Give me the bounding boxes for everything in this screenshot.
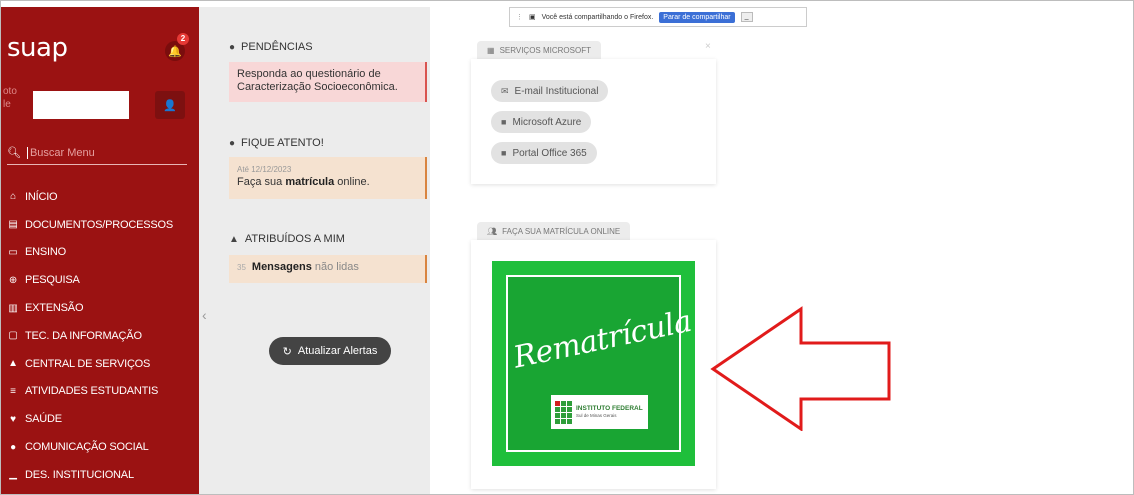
windows-icon: ■	[501, 148, 507, 158]
sidebar-item-label: CENTRAL DE SERVIÇOS	[25, 357, 151, 370]
sidebar: suap 🔔 2 oto le 👤 🔍︎ ⌂INÍCIO▤DOCUMENTOS/…	[1, 7, 199, 494]
sidebar-item-label: COMUNICAÇÃO SOCIAL	[25, 441, 149, 454]
alert-date: Até 12/12/2023	[237, 165, 292, 174]
sidebar-item-atividades-estudantis[interactable]: ≡ ATIVIDADES ESTUDANTIS	[7, 378, 197, 406]
research-icon: ⊕	[8, 274, 18, 286]
user-icon: ▲	[229, 233, 239, 245]
user-faded-text: oto le	[3, 86, 17, 110]
sidebar-item-des-institucional[interactable]: ▁ DES. INSTITUCIONAL	[7, 461, 197, 489]
sidebar-item-label: INÍCIO	[25, 190, 58, 203]
alert-text: Faça sua matrícula online.	[237, 176, 370, 188]
stop-sharing-button[interactable]: Parar de compartilhar	[659, 11, 735, 23]
sidebar-item-sa-de[interactable]: ♥ SAÚDE	[7, 405, 197, 433]
pendencias-title: ● PENDÊNCIAS	[229, 41, 313, 53]
institutional-icon: ▁	[9, 469, 17, 481]
info-icon: ●	[229, 41, 236, 53]
sidebar-item-label: TEC. DA INFORMAÇÃO	[25, 329, 142, 342]
sidebar-item-sair[interactable]: ↦SAIR	[7, 489, 197, 494]
arrow-left-annotation-icon	[710, 306, 891, 431]
microsoft-link-label: Microsoft Azure	[512, 116, 582, 128]
alerts-panel: ‹ ● PENDÊNCIAS Responda ao questionário …	[199, 7, 430, 494]
home-icon: ⌂	[10, 191, 16, 203]
health-icon: ♥	[10, 413, 16, 425]
student-activities-icon: ≡	[10, 385, 16, 397]
share-text: Você está compartilhando o Firefox.	[541, 13, 654, 21]
users-icon: 👥︎	[487, 226, 498, 236]
atribuidos-title: ▲ ATRIBUÍDOS A MIM	[229, 233, 345, 245]
user-icon[interactable]: 👤	[155, 91, 185, 119]
banner-frame: Rematrícula INSTITUTO FEDERAL Sul de Min…	[506, 275, 694, 452]
instituto-federal-logo: INSTITUTO FEDERAL Sul de Minas Gerais	[551, 395, 648, 429]
sidebar-menu: ⌂ INÍCIO ▤ DOCUMENTOS/PROCESSOS ▭ ENSINO ⊕ PESQ…	[7, 183, 197, 494]
share-icon: ▣	[529, 14, 536, 21]
chevron-left-icon[interactable]: ‹	[202, 307, 207, 323]
sidebar-item-label: ATIVIDADES ESTUDANTIS	[25, 385, 159, 398]
microsoft-services-tab: ▦ SERVIÇOS MICROSOFT	[477, 41, 601, 59]
computer-icon: ▢	[8, 330, 18, 342]
sidebar-item-label: DOCUMENTOS/PROCESSOS	[25, 218, 173, 231]
grid-icon: ▦	[487, 45, 495, 55]
documents-icon: ▤	[8, 219, 18, 231]
sidebar-item-comunica-o-social[interactable]: ● COMUNICAÇÃO SOCIAL	[7, 433, 197, 461]
sidebar-item-pesquisa[interactable]: ⊕ PESQUISA	[7, 266, 197, 294]
info-icon: ●	[229, 137, 236, 149]
sidebar-item-label: PESQUISA	[25, 274, 80, 287]
screen: suap 🔔 2 oto le 👤 🔍︎ ⌂INÍCIO▤DOCUMENTOS/…	[0, 0, 1134, 495]
mail-icon: ✉	[501, 85, 509, 96]
sidebar-item-tec-da-informa-o[interactable]: ▢ TEC. DA INFORMAÇÃO	[7, 322, 197, 350]
social-communication-icon: ●	[10, 441, 16, 453]
hide-button[interactable]: _	[740, 12, 753, 22]
sidebar-item-label: SAÚDE	[25, 413, 62, 426]
sidebar-item-label: EXTENSÃO	[25, 302, 84, 315]
fique-atento-title: ● FIQUE ATENTO!	[229, 137, 324, 149]
sidebar-item-label: ENSINO	[25, 246, 66, 259]
services-icon: ▲	[8, 358, 18, 370]
search-input[interactable]	[26, 146, 177, 159]
menu-search: 🔍︎	[7, 141, 187, 165]
notification-badge: 2	[177, 33, 189, 45]
microsoft-link-label: Portal Office 365	[512, 147, 587, 159]
refresh-icon: ↻	[282, 345, 292, 358]
sidebar-item-central-de-servi-os[interactable]: ▲ CENTRAL DE SERVIÇOS	[7, 350, 197, 378]
search-icon: 🔍︎	[7, 147, 21, 159]
sidebar-item-extens-o[interactable]: ▥ EXTENSÃO	[7, 294, 197, 322]
drag-handle-icon[interactable]: ⋮	[516, 13, 523, 21]
sidebar-item-in-cio[interactable]: ⌂ INÍCIO	[7, 183, 197, 211]
sidebar-item-ensino[interactable]: ▭ ENSINO	[7, 239, 197, 267]
screen-share-bar: ⋮ ▣ Você está compartilhando o Firefox. …	[509, 7, 807, 27]
microsoft-link-2[interactable]: ■ Portal Office 365	[491, 142, 597, 164]
fique-atento-card[interactable]: Até 12/12/2023 Faça sua matrícula online…	[229, 157, 427, 199]
microsoft-link-1[interactable]: ■ Microsoft Azure	[491, 111, 592, 133]
microsoft-link-0[interactable]: ✉ E-mail Institucional	[491, 80, 609, 102]
close-icon[interactable]: ×	[705, 41, 711, 52]
teaching-icon: ▭	[8, 246, 18, 258]
user-name-redacted	[33, 91, 129, 119]
messages-card[interactable]: 35 Mensagens não lidas	[229, 255, 427, 283]
suap-logo[interactable]: suap	[7, 33, 68, 63]
windows-icon: ■	[501, 117, 507, 127]
banner-title: Rematrícula	[510, 303, 695, 376]
rematricula-banner[interactable]: Rematrícula INSTITUTO FEDERAL Sul de Min…	[492, 261, 695, 466]
microsoft-link-label: E-mail Institucional	[514, 85, 599, 97]
matricula-tab: 👥︎ FAÇA SUA MATRÍCULA ONLINE	[477, 222, 631, 240]
pendencia-card[interactable]: Responda ao questionário de Caracterizaç…	[229, 62, 427, 102]
extension-icon: ▥	[8, 302, 18, 314]
sidebar-item-documentos-processos[interactable]: ▤ DOCUMENTOS/PROCESSOS	[7, 211, 197, 239]
messages-count: 35	[237, 263, 246, 272]
sidebar-item-label: DES. INSTITUCIONAL	[25, 468, 134, 481]
if-logo-mark	[555, 400, 572, 424]
refresh-alerts-button[interactable]: ↻ Atualizar Alertas	[269, 337, 391, 365]
